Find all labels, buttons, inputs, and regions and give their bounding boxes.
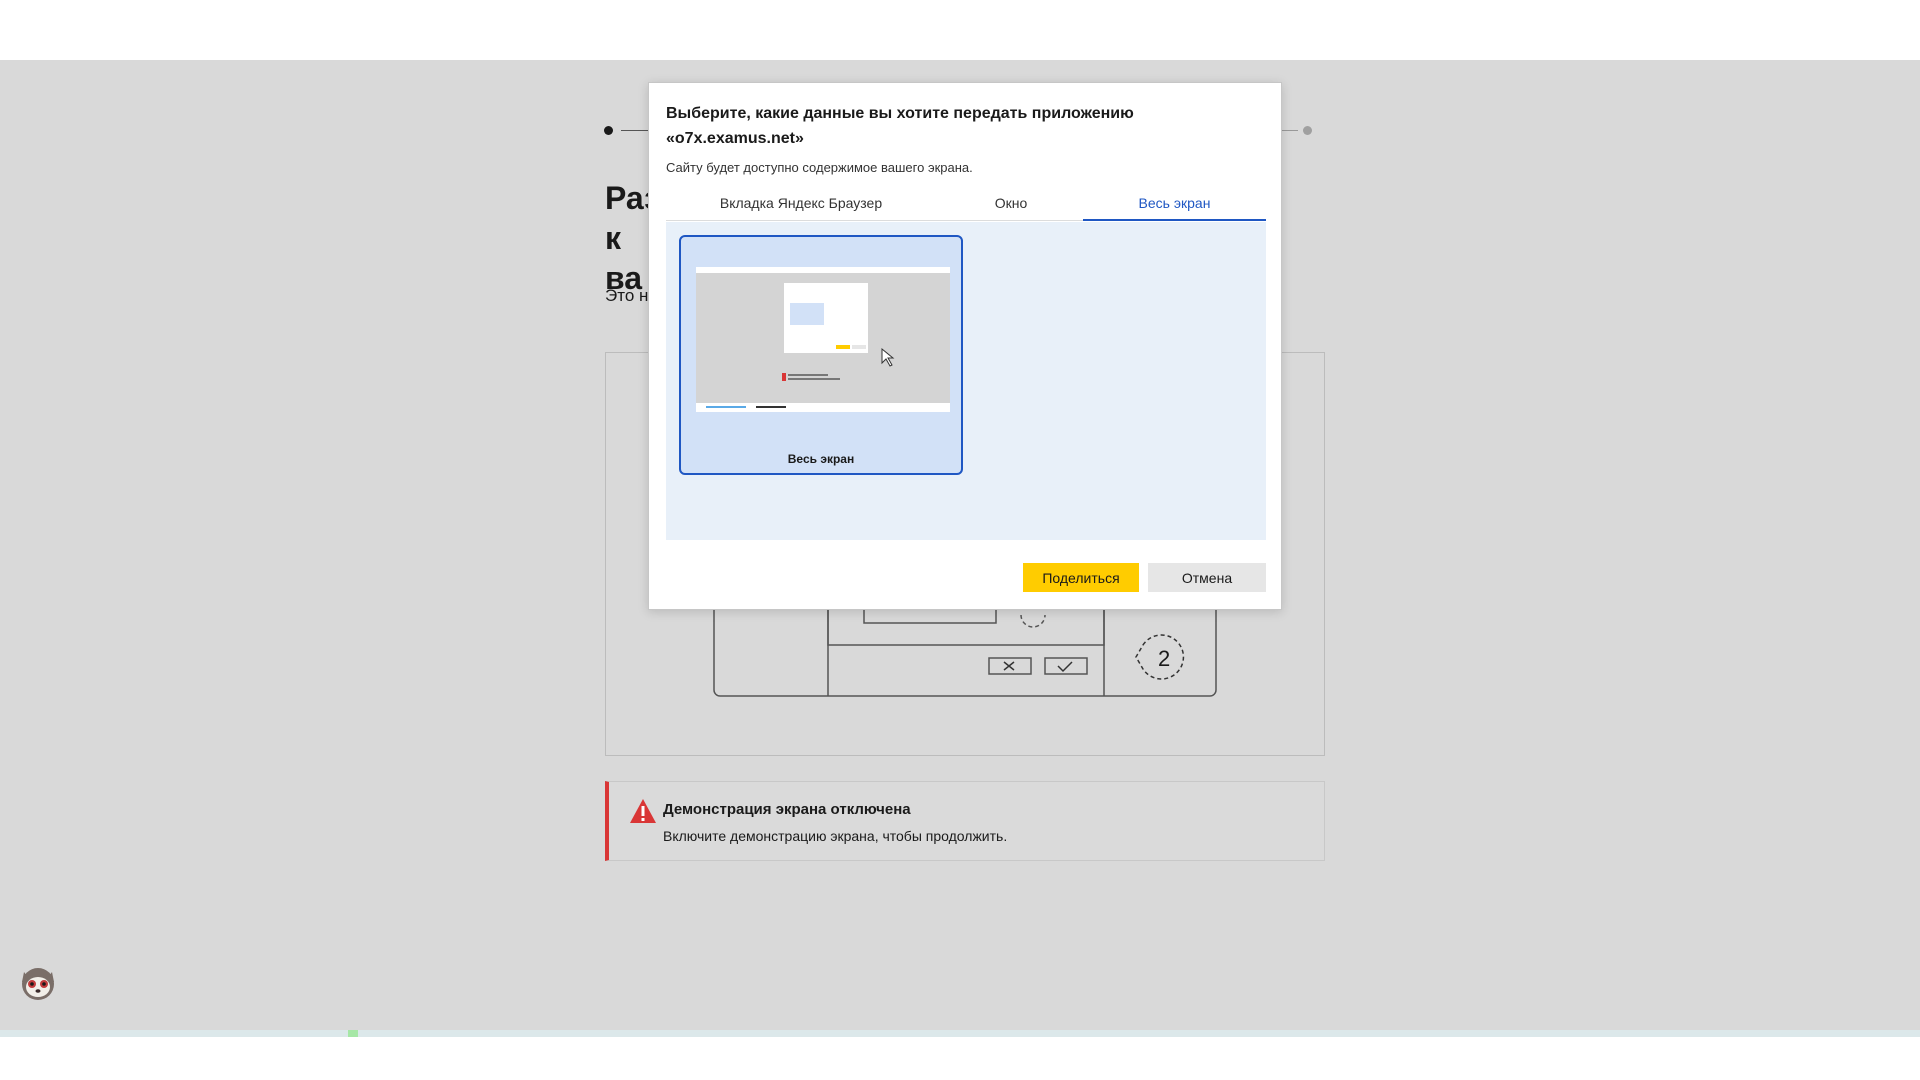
bottom-strip [0,1037,1920,1080]
illustration-confirm-box [1044,657,1088,675]
dialog-subtitle: Сайту будет доступно содержимое вашего э… [666,160,973,175]
step-dot-current [604,126,613,135]
top-strip [0,0,1920,60]
tab-browser-tab[interactable]: Вкладка Яндекс Браузер [666,191,936,221]
tab-window[interactable]: Окно [936,191,1086,221]
share-source-tabs: Вкладка Яндекс Браузер Окно Весь экран [666,191,1266,221]
illustration-dashed-circle [1020,614,1046,628]
close-icon [1003,661,1015,671]
step-dot-next [1303,126,1312,135]
share-button[interactable]: Поделиться [1023,563,1139,592]
cancel-button[interactable]: Отмена [1148,563,1266,592]
dialog-title: Выберите, какие данные вы хотите передат… [666,105,1134,147]
check-icon [1057,661,1073,673]
screen-share-dialog: Выберите, какие данные вы хотите передат… [648,82,1282,610]
illustration-step-number: 2 [1158,646,1170,671]
screen-share-alert: Демонстрация экрана отключена Включите д… [605,781,1325,861]
screen-thumbnail [696,267,950,412]
step-line [621,130,651,131]
tab-entire-screen[interactable]: Весь экран [1083,191,1266,221]
alert-title: Демонстрация экрана отключена [663,801,911,818]
mascot-avatar-icon[interactable] [18,962,58,1002]
warning-icon [630,799,656,823]
source-tile-label: Весь экран [787,452,855,466]
source-tile-entire-screen[interactable]: Весь экран [679,235,963,475]
alert-description: Включите демонстрацию экрана, чтобы прод… [663,828,1008,844]
screen-preview-image [696,267,950,412]
source-list-panel: Весь экран [666,222,1266,540]
